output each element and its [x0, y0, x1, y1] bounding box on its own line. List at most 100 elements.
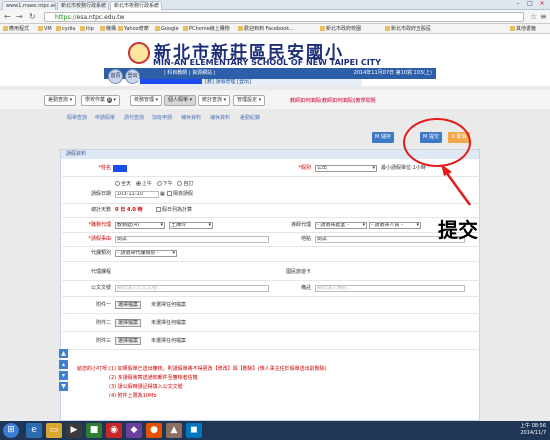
help-link[interactable]: 教師如何填假(教師如何填假)|教學問題: [290, 97, 376, 104]
radio-afternoon[interactable]: 下午: [156, 181, 173, 187]
attachment-1-label: 附件一: [95, 302, 111, 308]
radio-custom[interactable]: 自訂: [177, 181, 193, 187]
bookmark-item[interactable]: Yahoo奇摩: [118, 25, 149, 33]
bookmark-item[interactable]: 新北市政府校園: [320, 25, 361, 33]
bookmark-item[interactable]: 機構: [100, 25, 116, 33]
bookmark-item[interactable]: cydia: [56, 25, 75, 33]
breadcrumb-item[interactable]: 補休資料: [210, 113, 230, 123]
radio-morning[interactable]: 上午: [135, 181, 152, 187]
substitute-course-label: 代理課程: [90, 269, 111, 275]
breadcrumb-item[interactable]: 請代查詢: [124, 113, 144, 123]
app-icon[interactable]: ▲: [166, 423, 182, 438]
bookmarks-bar: 應用程式 VM cydia itip 機構 Yahoo奇摩 Google PCh…: [0, 24, 550, 34]
place-label: 地點: [300, 236, 311, 242]
breadcrumb-item[interactable]: 假單查詢: [67, 113, 87, 123]
user-role[interactable]: [教] 請假管理 [登出]: [205, 79, 251, 85]
breadcrumb-item[interactable]: 差勤紀錄: [240, 113, 260, 123]
name-value-redacted: [113, 165, 127, 172]
app-icon[interactable]: ◼: [186, 423, 202, 438]
leave-type-select[interactable]: 公出: [315, 165, 377, 172]
reload-icon[interactable]: ↻: [29, 12, 36, 22]
menu-item[interactable]: 校務管理 ▾: [130, 95, 163, 106]
radio-full-day[interactable]: 全天: [115, 181, 131, 187]
maximize-icon[interactable]: □: [524, 0, 536, 8]
bookmark-item[interactable]: Google: [155, 25, 179, 33]
breadcrumb-item[interactable]: 加班申請: [152, 113, 172, 123]
bookmark-item[interactable]: PChome線上購物: [183, 25, 230, 33]
divider: [62, 280, 480, 281]
homeroom-proxy-label: 導師代理: [290, 222, 311, 228]
overnight-check[interactable]: 隔夜請假: [167, 191, 193, 198]
banner-links[interactable]: | 科目教師 | 資源網站 |: [164, 69, 215, 76]
proxy-label: *職務代理: [88, 222, 111, 228]
system-clock[interactable]: 上午 08:56 2014/11/7: [520, 423, 546, 437]
media-icon[interactable]: ▶: [66, 423, 82, 438]
browser-tab[interactable]: 新北市校務行政系統: [57, 1, 109, 10]
minimize-icon[interactable]: –: [512, 0, 524, 8]
menu-icon[interactable]: ≡: [540, 12, 547, 22]
banner-bar: | 科目教師 | 資源網站 | 2014年11月07日 第10週 103(上): [104, 68, 436, 79]
leave-date-label: 請假日期: [90, 191, 111, 197]
doc-number-input[interactable]: 點此填入公文文號...: [115, 285, 269, 292]
bookmark-item[interactable]: 其他書籤: [510, 25, 536, 33]
user-bar: [教] 請假管理 [登出]: [138, 79, 362, 86]
bookmark-item[interactable]: 歡迎到到 Facebook...: [238, 25, 294, 33]
attachment-2-button[interactable]: 選擇檔案: [115, 319, 142, 327]
bookmark-item[interactable]: 新北市政府五股區: [385, 25, 431, 33]
date-display: 2014年11月07日 第10週 103(上): [353, 70, 432, 76]
class-type-select[interactable]: - 請選擇代課類別 -: [115, 250, 177, 257]
app-icon[interactable]: ■: [86, 423, 102, 438]
scroll-bottom-icon[interactable]: ▼: [59, 382, 68, 391]
home-button[interactable]: 首頁: [108, 69, 123, 84]
menu-item[interactable]: 統計查詢 ▾: [198, 95, 231, 106]
close-icon[interactable]: ×: [536, 0, 548, 8]
browser-tab[interactable]: www1.maes.ntpc.edu.tw: [2, 1, 56, 10]
scroll-top-icon[interactable]: ▲: [59, 349, 68, 358]
app-icon[interactable]: ●: [146, 423, 162, 438]
attachment-1-button[interactable]: 選擇檔案: [115, 301, 142, 309]
menu-item[interactable]: 管理設定 ▾: [233, 95, 266, 106]
proxy-person-select[interactable]: 王陳玲: [169, 222, 213, 229]
ie-icon[interactable]: e: [26, 423, 42, 438]
divider: [62, 176, 480, 177]
taskbar: ⊞ e ▭ ▶ ■ ◉ ◆ ● ▲ ◼ 上午 08:56 2014/11/7: [0, 421, 550, 440]
menu-item[interactable]: 學校作業 0 ▾: [81, 95, 120, 106]
bookmark-item[interactable]: VM: [38, 25, 52, 33]
scroll-down-icon[interactable]: ▾: [59, 371, 68, 380]
breadcrumb-item[interactable]: 補休資料: [181, 113, 201, 123]
homeroom-dept-select[interactable]: - 請選擇處室 -: [315, 222, 367, 229]
reason-input[interactable]: 測試: [115, 236, 269, 243]
star-icon[interactable]: ☆: [530, 12, 537, 22]
save-button[interactable]: M 儲存: [372, 132, 394, 143]
breadcrumb-item[interactable]: 申請假單: [95, 113, 115, 123]
chrome-icon[interactable]: ◉: [106, 423, 122, 438]
folder-icon[interactable]: ▭: [46, 423, 62, 438]
class-type-label: 代課類別: [90, 250, 111, 256]
leave-unit-note: 最小請假單位:1小時: [381, 165, 426, 171]
remark-input[interactable]: 點此填入備註...: [315, 285, 465, 292]
start-icon[interactable]: ⊞: [3, 423, 19, 438]
scroll-up-icon[interactable]: ▴: [59, 360, 68, 369]
divider: [62, 313, 480, 314]
menu-item[interactable]: 差勤查詢 ▾: [44, 95, 77, 106]
attachment-3-button[interactable]: 選擇檔案: [115, 337, 142, 345]
travel-card-label: 國民旅遊卡: [285, 269, 311, 275]
menu-item-active[interactable]: 個人假單 ▾: [164, 95, 197, 106]
leave-type-label: *假別: [298, 165, 311, 171]
doc-number-label: 公文文號: [90, 285, 111, 291]
forward-icon[interactable]: →: [16, 12, 23, 22]
bookmark-item[interactable]: itip: [80, 25, 94, 33]
browser-tab-active[interactable]: 新北市校務行政系統: [110, 1, 162, 10]
date-input[interactable]: 103-11-10: [115, 191, 159, 198]
homeroom-person-select[interactable]: - 請選擇人員 -: [369, 222, 421, 229]
back-icon[interactable]: ←: [4, 12, 11, 22]
app-icon[interactable]: ◆: [126, 423, 142, 438]
url-input[interactable]: https://esa.ntpc.edu.tw: [44, 12, 524, 22]
notification-badge: 0: [106, 97, 112, 103]
holiday-check[interactable]: 假日列為計算: [156, 207, 192, 214]
reason-label: *請假事由: [88, 236, 111, 242]
bookmark-item[interactable]: 應用程式: [3, 25, 29, 33]
attachment-1-status: 未選擇任何檔案: [151, 302, 187, 308]
proxy-dept-select[interactable]: 教務處(4): [115, 222, 165, 229]
calendar-icon[interactable]: ▦: [160, 191, 165, 198]
